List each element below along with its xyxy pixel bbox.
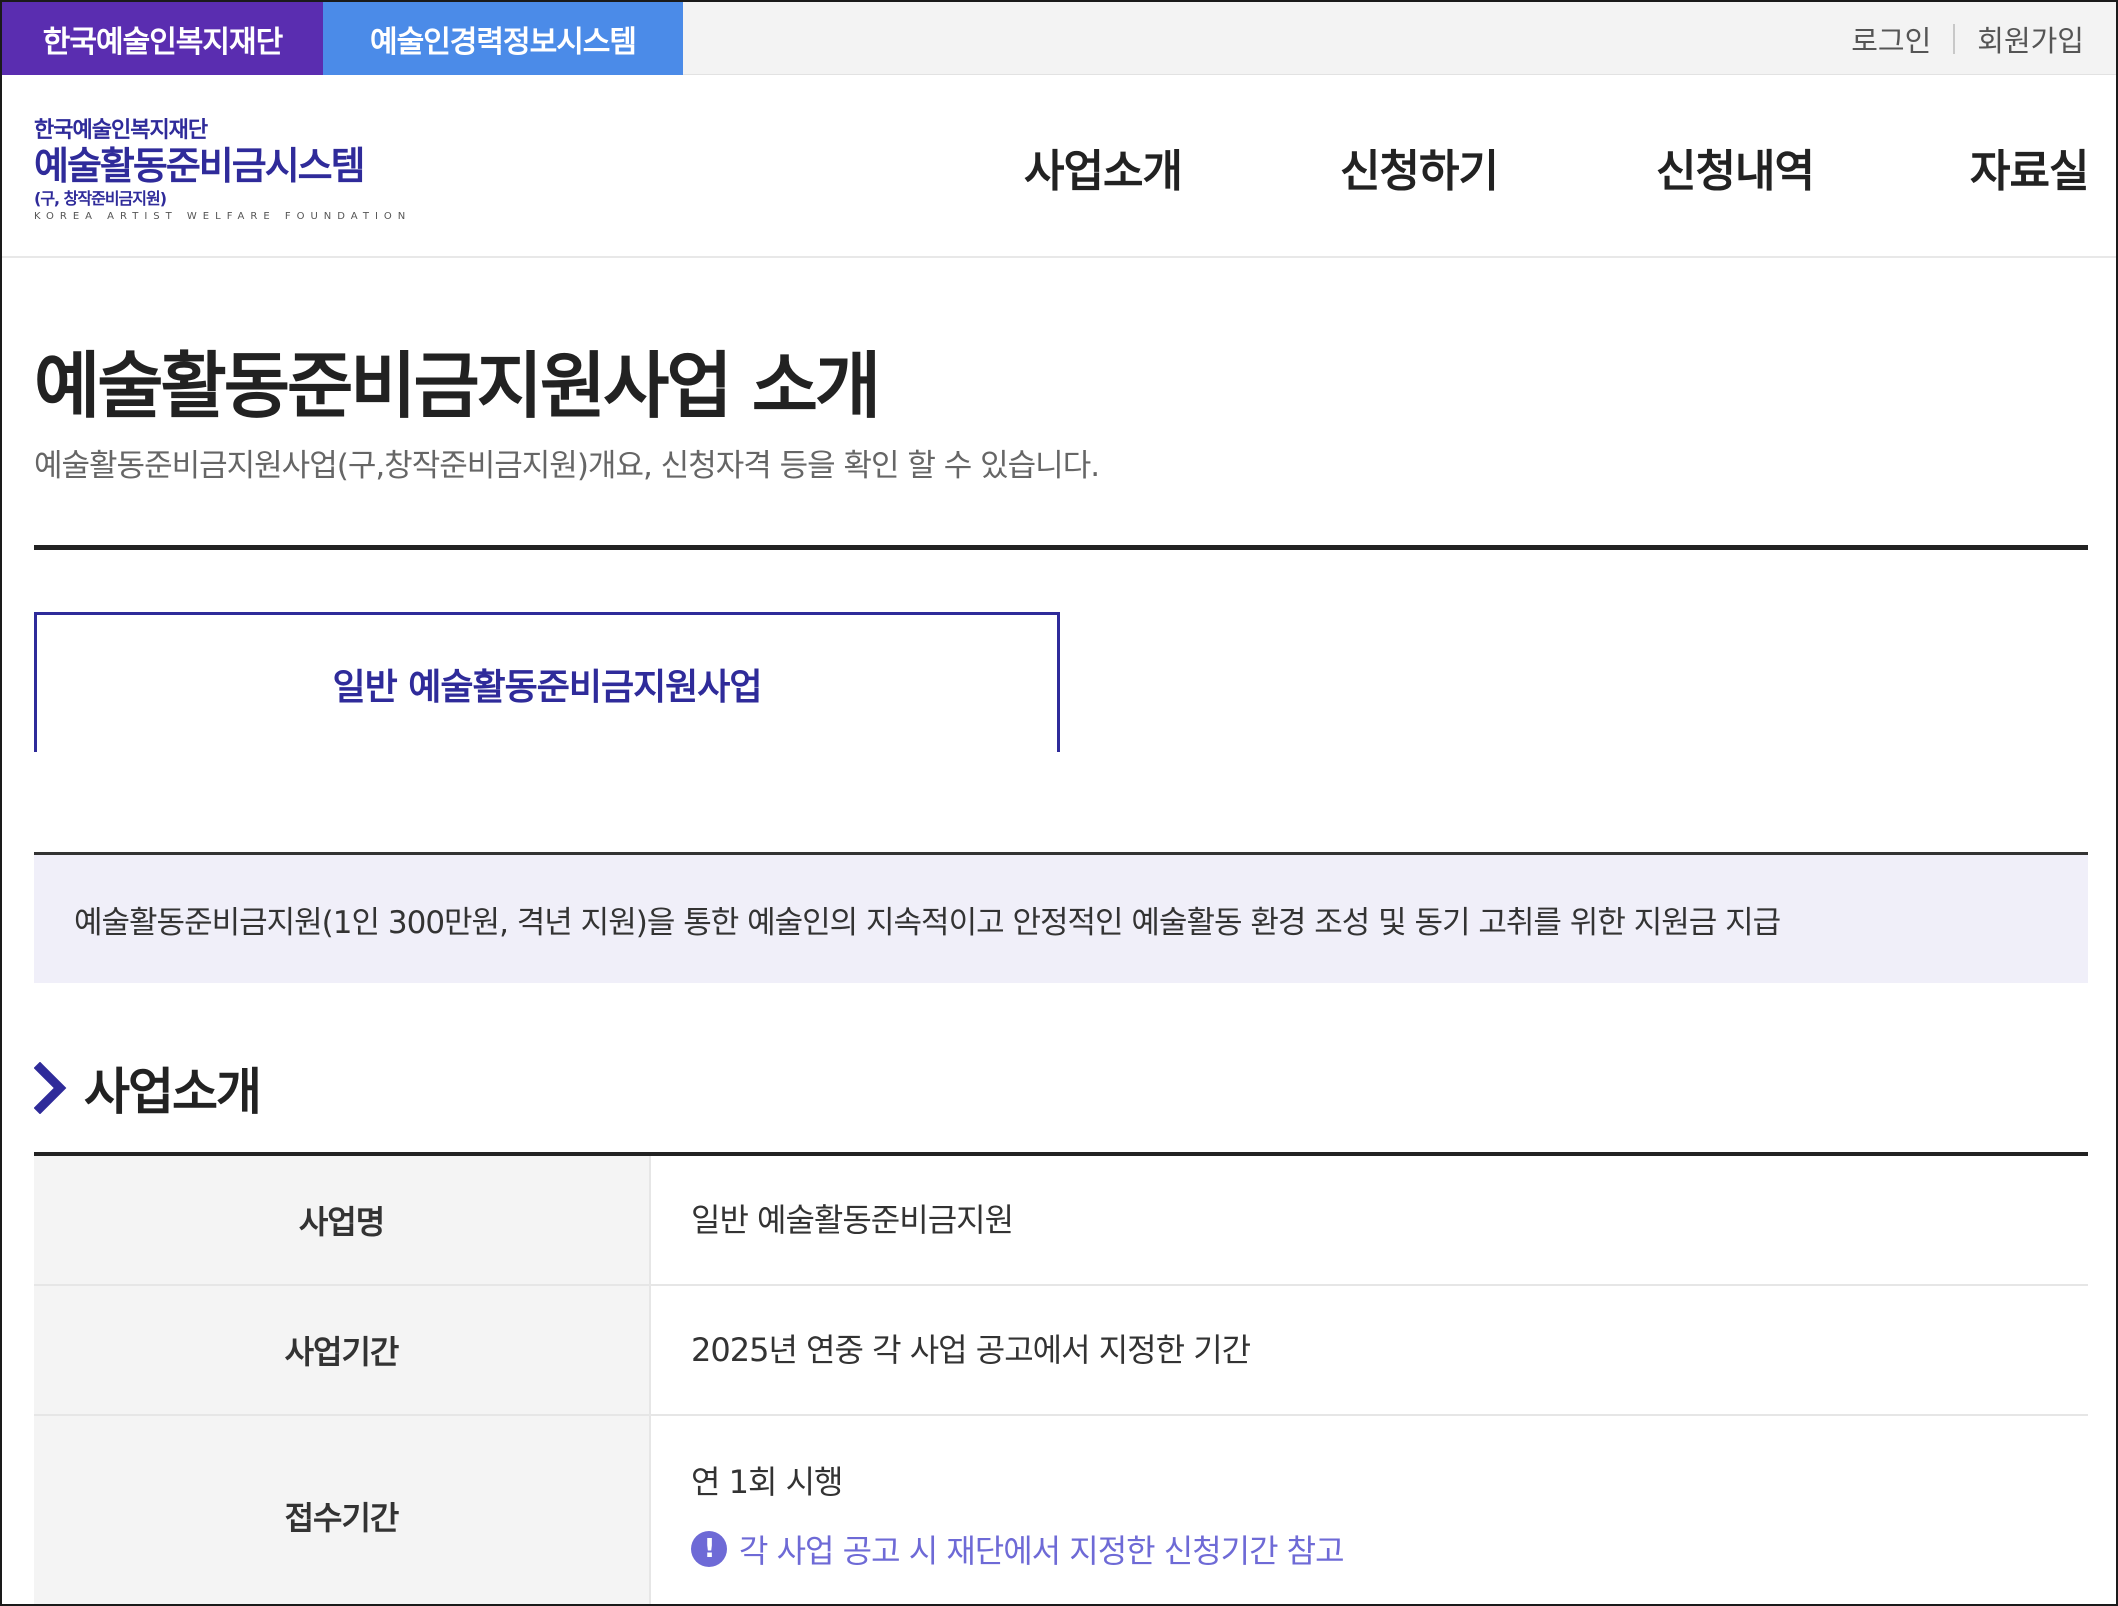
page-frame: 한국예술인복지재단 예술인경력정보시스템 로그인 회원가입 한국예술인복지재단 … xyxy=(0,0,2118,1606)
nav-item-library[interactable]: 자료실 xyxy=(1970,76,2089,258)
row-value: 일반 예술활동준비금지원 xyxy=(649,1156,2088,1284)
program-info-table: 사업명 일반 예술활동준비금지원 사업기간 2025년 연중 각 사업 공고에서… xyxy=(34,1152,2088,1604)
site-tab-foundation[interactable]: 한국예술인복지재단 xyxy=(2,2,323,75)
table-row: 접수기간 연 1회 시행 ! 각 사업 공고 시 재단에서 지정한 신청기간 참… xyxy=(34,1416,2088,1604)
chevron-right-icon xyxy=(34,1062,67,1114)
tab-general-program[interactable]: 일반 예술활동준비금지원사업 xyxy=(34,612,1060,752)
user-links: 로그인 회원가입 xyxy=(1851,2,2084,75)
row-header: 사업명 xyxy=(34,1156,649,1284)
table-row: 사업명 일반 예술활동준비금지원 xyxy=(34,1156,2088,1286)
nav-item-apply[interactable]: 신청하기 xyxy=(1340,76,1499,258)
divider xyxy=(1953,23,1956,54)
row-header: 사업기간 xyxy=(34,1286,649,1414)
title-divider xyxy=(34,545,2088,550)
table-row: 사업기간 2025년 연중 각 사업 공고에서 지정한 기간 xyxy=(34,1286,2088,1416)
notice-text: 각 사업 공고 시 재단에서 지정한 신청기간 참고 xyxy=(739,1532,1345,1570)
row-value: 2025년 연중 각 사업 공고에서 지정한 기간 xyxy=(649,1286,2088,1414)
program-summary-box: 예술활동준비금지원(1인 300만원, 격년 지원)을 통한 예술인의 지속적이… xyxy=(34,852,2088,983)
page-title: 예술활동준비금지원사업 소개 xyxy=(34,344,881,428)
site-header: 한국예술인복지재단 예술활동준비금시스템 (구, 창작준비금지원) KOREA … xyxy=(2,76,2116,258)
top-utility-bar: 한국예술인복지재단 예술인경력정보시스템 로그인 회원가입 xyxy=(2,2,2116,75)
page-description: 예술활동준비금지원사업(구,창작준비금지원)개요, 신청자격 등을 확인 할 수… xyxy=(34,448,1100,484)
row-value-text: 일반 예술활동준비금지원 xyxy=(691,1201,1014,1239)
row-value-text: 2025년 연중 각 사업 공고에서 지정한 기간 xyxy=(691,1331,1251,1369)
section-heading-label: 사업소개 xyxy=(84,1063,262,1121)
row-value-text: 연 1회 시행 xyxy=(691,1463,843,1501)
section-heading: 사업소개 xyxy=(34,1054,262,1122)
row-header: 접수기간 xyxy=(34,1416,649,1604)
exclamation-circle-icon: ! xyxy=(691,1531,727,1567)
signup-link[interactable]: 회원가입 xyxy=(1977,18,2084,60)
login-link[interactable]: 로그인 xyxy=(1851,18,1931,60)
site-tab-career-system[interactable]: 예술인경력정보시스템 xyxy=(323,2,683,75)
nav-item-history[interactable]: 신청내역 xyxy=(1656,76,1815,258)
logo-org-name: 한국예술인복지재단 xyxy=(34,118,208,143)
logo-english-name: KOREA ARTIST WELFARE FOUNDATION xyxy=(34,211,412,222)
nav-item-intro[interactable]: 사업소개 xyxy=(1024,76,1183,258)
logo-system-name: 예술활동준비금시스템 xyxy=(34,144,366,188)
logo-former-name: (구, 창작준비금지원) xyxy=(34,189,167,208)
notice-line: ! 각 사업 공고 시 재단에서 지정한 신청기간 참고 xyxy=(691,1526,2088,1572)
row-value: 연 1회 시행 ! 각 사업 공고 시 재단에서 지정한 신청기간 참고 xyxy=(649,1416,2088,1604)
site-logo[interactable]: 한국예술인복지재단 예술활동준비금시스템 (구, 창작준비금지원) KOREA … xyxy=(34,118,412,224)
